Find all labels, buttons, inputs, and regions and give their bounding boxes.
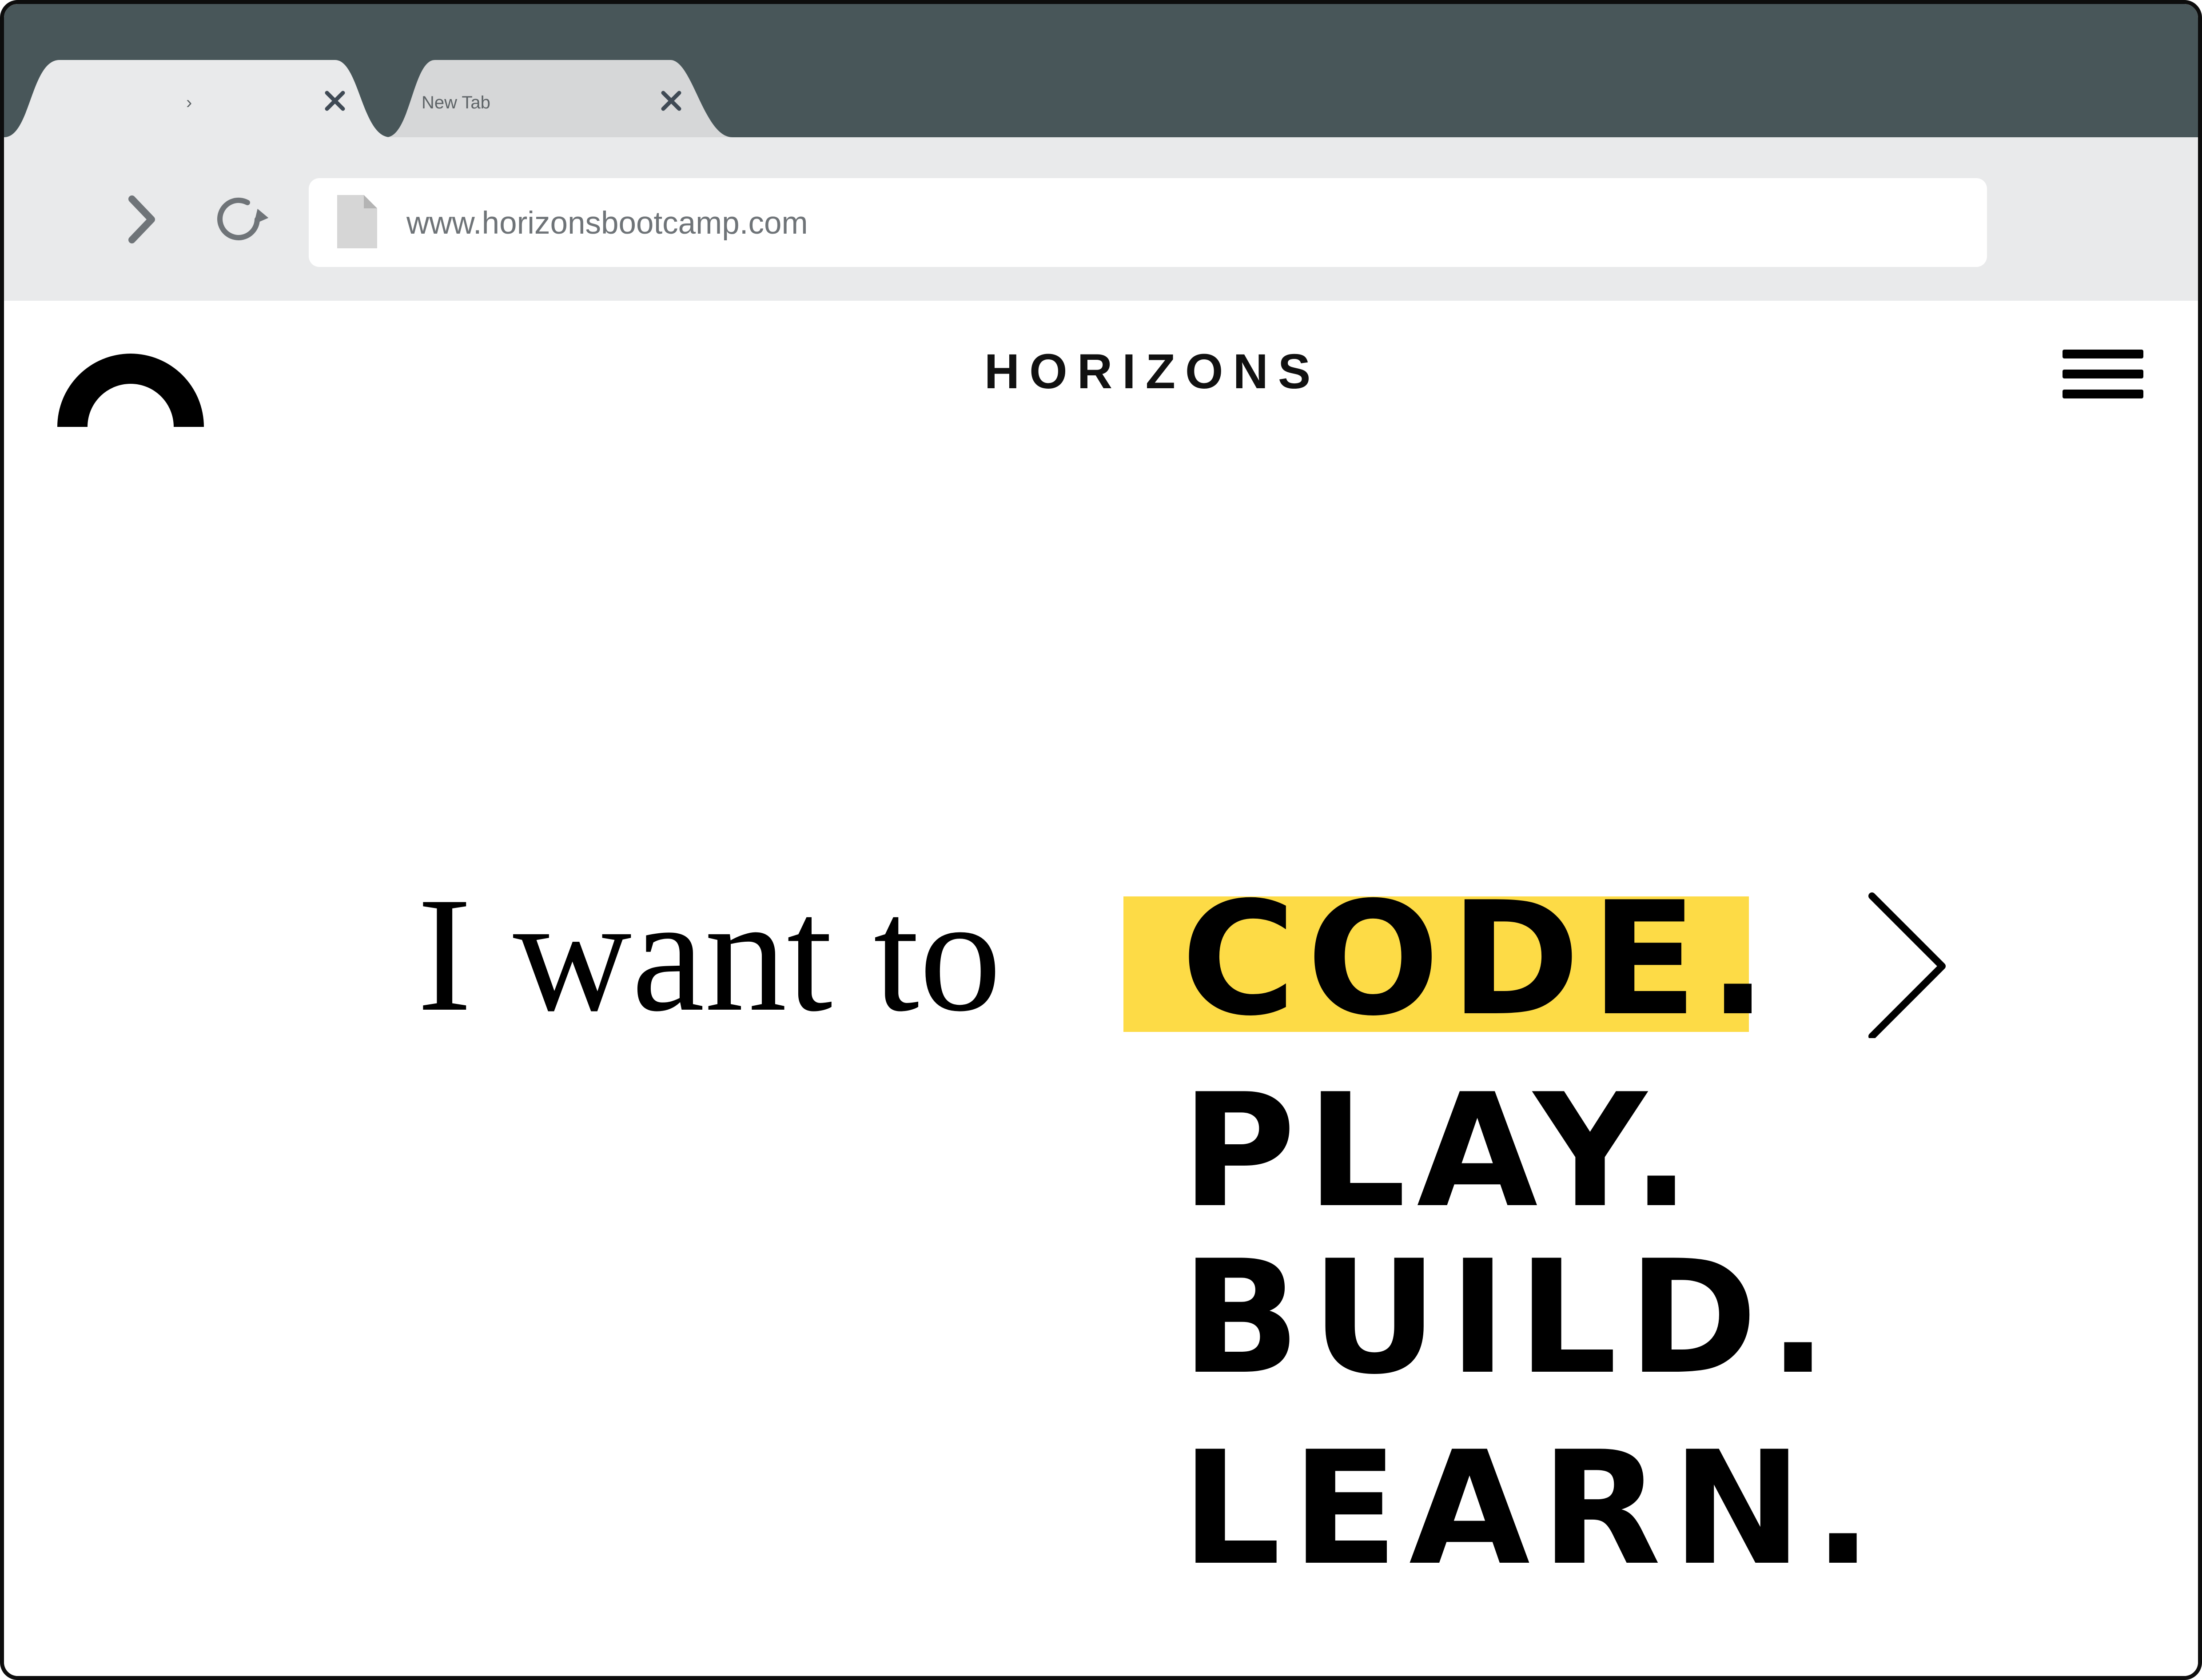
hero-word-learn: LEARN. [1181, 1418, 1883, 1600]
hamburger-menu-icon[interactable] [2061, 345, 2145, 403]
tab-new-tab[interactable]: New Tab [386, 57, 733, 137]
close-icon[interactable] [658, 88, 685, 114]
site-brand[interactable]: HORIZONS [892, 345, 1412, 398]
tab-bar: New Tab › [4, 4, 2198, 137]
tab-title: › [186, 93, 192, 112]
hero-word-build: BUILD. [1181, 1227, 1839, 1409]
web-page: HORIZONS I want to CODE. PLAY. BUILD. LE… [4, 301, 2198, 1676]
address-bar[interactable]: www.horizonsbootcamp.com [309, 178, 1987, 267]
url-text[interactable]: www.horizonsbootcamp.com [406, 206, 808, 241]
reload-button[interactable] [211, 191, 269, 248]
tab-active[interactable]: › [4, 57, 390, 137]
hero-next-button[interactable] [1859, 887, 1947, 1040]
hero-word-play: PLAY. [1181, 1060, 1702, 1242]
close-icon[interactable] [322, 88, 348, 114]
horizons-logo-icon[interactable] [57, 350, 204, 430]
tab-title: New Tab [422, 93, 490, 112]
chevron-right-icon [128, 195, 155, 243]
reload-icon [217, 197, 269, 240]
hero-word-code: CODE. [1181, 868, 1778, 1051]
browser-window: New Tab › www.horizonsbootcamp.com HORIZ… [0, 0, 2202, 1680]
page-icon [337, 195, 377, 248]
hero-lead-text: I want to [417, 864, 1002, 1046]
chevron-right-icon [1868, 892, 1946, 1040]
forward-button[interactable] [124, 193, 159, 246]
